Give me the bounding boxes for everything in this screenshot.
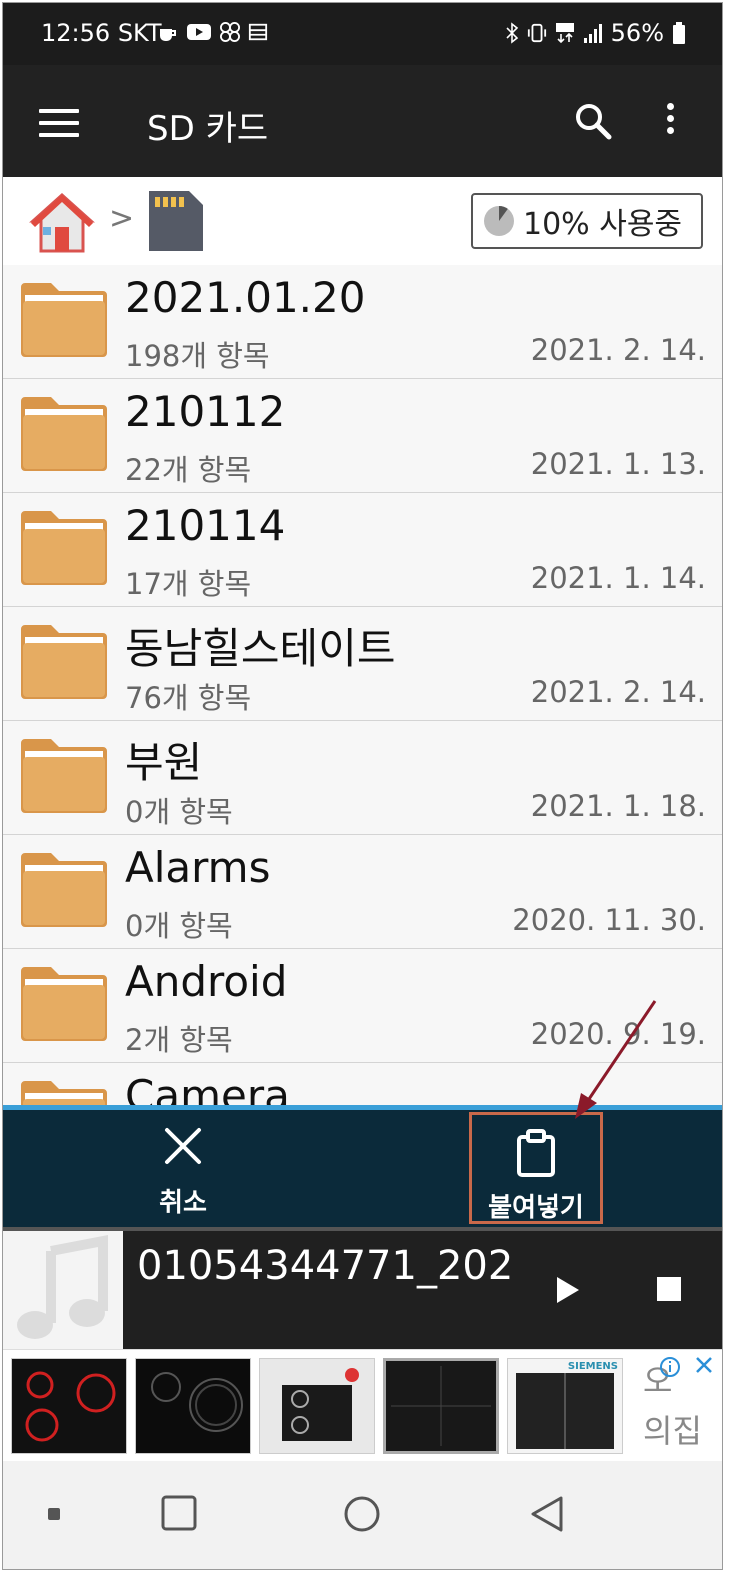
action-bar: 취소 붙여넣기: [3, 1105, 722, 1227]
music-note-icon: [17, 1234, 108, 1339]
file-list-item[interactable]: 2021.01.20 198개 항목 2021. 2. 14.: [3, 265, 722, 379]
folder-icon: [21, 853, 107, 927]
ad-product-image[interactable]: SIEMENS: [507, 1358, 623, 1454]
navigation-bar: [3, 1461, 722, 1569]
item-count: 76개 항목: [125, 681, 252, 715]
folder-name: 부원: [125, 738, 203, 787]
item-count: 22개 항목: [125, 453, 252, 487]
menu-icon[interactable]: [39, 109, 79, 137]
cooktop-icon: [391, 1366, 491, 1446]
page-title: SD 카드: [147, 109, 269, 149]
sd-card-icon[interactable]: [145, 189, 205, 253]
folder-name: Camera: [125, 1071, 290, 1107]
cancel-label: 취소: [159, 1188, 207, 1218]
folder-icon: [21, 967, 107, 1041]
info-icon[interactable]: [659, 1356, 681, 1378]
breadcrumb-separator: >: [109, 201, 135, 236]
album-art[interactable]: [3, 1231, 123, 1349]
status-time: 12:56 SKT: [41, 19, 162, 47]
home-icon[interactable]: [29, 191, 95, 253]
ad-banner[interactable]: SIEMENS 오 의집: [3, 1349, 722, 1462]
breadcrumb: > 10% 사용중: [3, 177, 722, 266]
paste-button[interactable]: 붙여넣기: [469, 1112, 603, 1224]
file-list: 2021.01.20 198개 항목 2021. 2. 14. 210112 22개 항…: [3, 265, 722, 1107]
screen-frame: 12:56 SKT 56% SD 카드 > 10% 사용중 2021.01.20…: [2, 2, 723, 1570]
carrier: SKT: [117, 19, 162, 47]
folder-icon: [21, 625, 107, 699]
modified-date: 2021. 1. 18.: [530, 789, 706, 823]
folder-icon: [21, 739, 107, 813]
folder-name: 동남힐스테이트: [125, 624, 396, 673]
item-count: 17개 항목: [125, 567, 252, 601]
signal-icon: [583, 24, 602, 43]
system-icons: 56%: [505, 19, 686, 47]
list-icon: [248, 23, 268, 41]
item-count: 198개 항목: [125, 339, 270, 373]
youtube-icon: [187, 24, 211, 40]
ad-close-icon[interactable]: [693, 1354, 715, 1376]
ad-text-line2: 의집: [643, 1412, 702, 1450]
lte-icon: [555, 23, 574, 44]
file-list-item[interactable]: 부원 0개 항목 2021. 1. 18.: [3, 721, 722, 835]
modified-date: 2021. 1. 14.: [530, 561, 706, 595]
modified-date: 2021. 2. 14.: [530, 675, 706, 709]
ad-product-image[interactable]: [259, 1358, 375, 1454]
folder-icon: [21, 1081, 107, 1107]
ad-product-image[interactable]: [383, 1358, 499, 1454]
pie-chart-icon: [484, 206, 514, 236]
search-icon[interactable]: [573, 101, 613, 141]
item-count: 2개 항목: [125, 1023, 233, 1057]
storage-usage-badge[interactable]: 10% 사용중: [471, 193, 703, 249]
home-nav-icon[interactable]: [161, 1495, 197, 1531]
folder-name: Alarms: [125, 843, 271, 892]
annotation-arrow-icon: [575, 1000, 657, 1119]
play-icon[interactable]: [555, 1275, 581, 1305]
modified-date: 2021. 2. 14.: [530, 333, 706, 367]
battery-percent: 56%: [610, 19, 664, 47]
folder-icon: [21, 283, 107, 357]
item-count: 0개 항목: [125, 795, 233, 829]
close-icon: [165, 1128, 201, 1164]
usage-label: 10% 사용중: [523, 207, 683, 242]
track-title: 01054344771_202: [137, 1243, 514, 1289]
modified-date: 2021. 1. 13.: [530, 447, 706, 481]
cafe-icon: [160, 29, 176, 41]
stop-icon[interactable]: [657, 1277, 681, 1301]
home-button-icon[interactable]: [343, 1495, 381, 1533]
bluetooth-icon: [506, 22, 518, 44]
cooktop-icon: [25, 1371, 116, 1442]
ad-product-image[interactable]: [135, 1358, 251, 1454]
vibrate-icon: [527, 23, 546, 43]
folder-name: 2021.01.20: [125, 273, 366, 322]
file-list-item[interactable]: 동남힐스테이트 76개 항목 2021. 2. 14.: [3, 607, 722, 721]
back-icon[interactable]: [529, 1495, 565, 1533]
folder-name: 210112: [125, 387, 286, 436]
folder-icon: [21, 397, 107, 471]
folder-name: 210114: [125, 501, 286, 550]
battery-icon: [673, 22, 685, 44]
more-icon[interactable]: [663, 103, 677, 143]
paste-label: 붙여넣기: [488, 1193, 584, 1223]
folder-name: Android: [125, 957, 288, 1006]
music-player: 01054344771_202: [3, 1227, 722, 1349]
pinwheel-icon: [220, 22, 240, 42]
file-list-item[interactable]: Alarms 0개 항목 2020. 11. 30.: [3, 835, 722, 949]
cancel-button[interactable]: 취소: [113, 1110, 253, 1227]
ad-product-image[interactable]: [11, 1358, 127, 1454]
status-bar: 12:56 SKT 56%: [3, 3, 722, 65]
file-list-item[interactable]: 210112 22개 항목 2021. 1. 13.: [3, 379, 722, 493]
ad-brand: SIEMENS: [567, 1361, 618, 1372]
file-list-item[interactable]: 210114 17개 항목 2021. 1. 14.: [3, 493, 722, 607]
item-count: 0개 항목: [125, 909, 233, 943]
app-bar: SD 카드: [3, 65, 722, 177]
notification-icons: [158, 21, 268, 43]
cooktop-icon: [151, 1372, 243, 1432]
cooktop-icon: [282, 1368, 359, 1441]
folder-icon: [21, 511, 107, 585]
recent-apps-icon[interactable]: [47, 1507, 61, 1521]
modified-date: 2020. 11. 30.: [512, 903, 706, 937]
cooktop-icon: [516, 1373, 614, 1449]
clock: 12:56: [41, 19, 111, 47]
clipboard-icon: [517, 1129, 555, 1177]
